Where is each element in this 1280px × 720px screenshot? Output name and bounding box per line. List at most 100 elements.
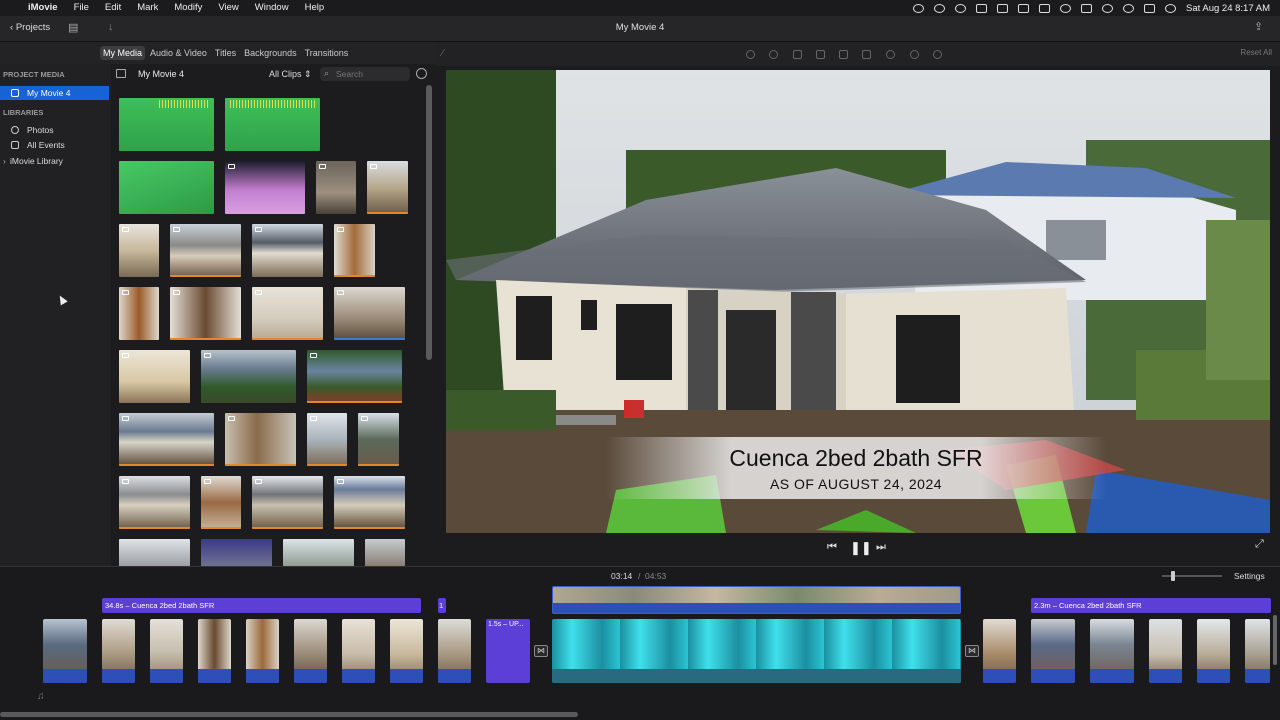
search-field[interactable]: ⌕ Search <box>320 67 410 81</box>
timeline-clip[interactable] <box>1031 619 1075 683</box>
cyan-video-clip[interactable] <box>552 619 961 683</box>
timeline-settings-button[interactable]: Settings <box>1234 571 1265 581</box>
menu-modify[interactable]: Modify <box>166 0 210 16</box>
transition-icon[interactable]: ⋈ <box>965 645 979 657</box>
timeline-clip[interactable] <box>198 619 231 683</box>
audio-clip-thumbnail[interactable] <box>119 98 214 151</box>
tab-titles[interactable]: Titles <box>212 46 239 60</box>
photo-thumbnail[interactable] <box>316 161 356 214</box>
stabilization-icon[interactable] <box>816 50 825 59</box>
sidebar-item-my-movie-4[interactable]: My Movie 4 <box>0 86 109 100</box>
photo-thumbnail[interactable] <box>201 476 241 529</box>
timeline-clip[interactable] <box>983 619 1016 683</box>
crop-icon[interactable] <box>793 50 802 59</box>
wifi-icon[interactable] <box>1102 3 1114 13</box>
timeline-clip[interactable] <box>390 619 423 683</box>
menu-mark[interactable]: Mark <box>129 0 166 16</box>
color-balance-icon[interactable] <box>746 50 755 59</box>
color-correction-icon[interactable] <box>769 50 778 59</box>
timeline-clip[interactable] <box>43 619 87 683</box>
pause-icon[interactable]: ❚❚ <box>850 540 872 556</box>
photo-thumbnail[interactable] <box>307 350 402 403</box>
zoom-slider-handle[interactable] <box>1171 571 1175 581</box>
photo-thumbnail[interactable] <box>119 476 190 529</box>
timeline-clip[interactable] <box>1149 619 1182 683</box>
sidebar-item-photos[interactable]: Photos <box>0 123 109 137</box>
title-clip[interactable]: 1 <box>438 598 446 613</box>
title-clip[interactable]: 34.8s – Cuenca 2bed 2bath SFR <box>102 598 421 613</box>
menu-help[interactable]: Help <box>297 0 333 16</box>
photo-thumbnail[interactable] <box>283 539 354 566</box>
timeline-clip[interactable] <box>102 619 135 683</box>
search-icon[interactable] <box>1123 3 1135 13</box>
magic-wand-icon[interactable]: ⁄ <box>442 48 444 59</box>
photo-thumbnail[interactable] <box>119 350 190 403</box>
photo-thumbnail[interactable] <box>252 287 323 340</box>
overlay-video-clip[interactable] <box>552 586 961 614</box>
audio-clip-thumbnail[interactable] <box>225 98 320 151</box>
skip-back-icon[interactable]: ⏮ <box>827 541 837 554</box>
timeline-vertical-scrollbar[interactable] <box>1273 615 1277 665</box>
photo-thumbnail[interactable] <box>307 413 347 466</box>
user-icon[interactable] <box>1060 3 1072 13</box>
screen-mirror-icon[interactable] <box>1018 3 1030 13</box>
siri-icon[interactable] <box>1165 3 1177 13</box>
timeline-clip[interactable] <box>294 619 327 683</box>
menu-view[interactable]: View <box>210 0 246 16</box>
bluetooth-icon[interactable] <box>997 3 1009 13</box>
timeline-clip[interactable] <box>1197 619 1230 683</box>
tab-transitions[interactable]: Transitions <box>302 46 352 60</box>
video-thumbnail[interactable] <box>119 413 214 466</box>
photo-thumbnail[interactable] <box>225 413 296 466</box>
control-center-icon[interactable] <box>1144 3 1156 13</box>
moon-icon[interactable] <box>934 3 946 13</box>
timeline-clip[interactable] <box>150 619 183 683</box>
tab-backgrounds[interactable]: Backgrounds <box>241 46 300 60</box>
sidebar-toggle-icon[interactable] <box>116 69 126 78</box>
settings-gear-icon[interactable] <box>416 68 427 79</box>
menu-edit[interactable]: Edit <box>97 0 129 16</box>
video-preview[interactable]: Cuenca 2bed 2bath SFR AS OF AUGUST 24, 2… <box>446 70 1270 533</box>
photo-thumbnail[interactable] <box>252 224 323 277</box>
title-background-clip[interactable]: 1.5s – UP... <box>486 619 530 683</box>
menu-window[interactable]: Window <box>247 0 297 16</box>
menu-file[interactable]: File <box>66 0 97 16</box>
photo-thumbnail[interactable] <box>365 539 405 566</box>
info-icon[interactable] <box>933 50 942 59</box>
clips-filter-select[interactable]: All Clips ⇕ <box>269 69 312 80</box>
skip-forward-icon[interactable]: ⏭ <box>876 541 886 554</box>
speed-icon[interactable] <box>886 50 895 59</box>
photo-thumbnail[interactable] <box>119 539 190 566</box>
time-machine-icon[interactable] <box>955 3 967 13</box>
audio-clip-thumbnail[interactable] <box>119 161 214 214</box>
equalizer-icon[interactable] <box>862 50 871 59</box>
battery-icon[interactable] <box>1039 3 1051 13</box>
clock[interactable]: Sat Aug 24 8:17 AM <box>1186 3 1270 14</box>
title-clip[interactable]: 2.3m – Cuenca 2bed 2bath SFR <box>1031 598 1271 613</box>
photo-thumbnail[interactable] <box>367 161 408 214</box>
browser-scrollbar[interactable] <box>426 85 432 360</box>
transition-icon[interactable]: ⋈ <box>534 645 548 657</box>
sidebar-item-all-events[interactable]: All Events <box>0 138 109 152</box>
photo-thumbnail[interactable] <box>119 224 159 277</box>
display-icon[interactable] <box>1081 3 1093 13</box>
timeline-clip[interactable] <box>246 619 279 683</box>
tab-audio-video[interactable]: Audio & Video <box>147 46 210 60</box>
reset-all-button[interactable]: Reset All <box>1240 48 1272 57</box>
timeline-clip[interactable] <box>1090 619 1134 683</box>
filter-icon[interactable] <box>910 50 919 59</box>
photo-thumbnail[interactable] <box>334 224 375 277</box>
photo-thumbnail[interactable] <box>252 476 323 529</box>
timeline-clip[interactable] <box>342 619 375 683</box>
volume-icon[interactable] <box>839 50 848 59</box>
volume-icon[interactable] <box>976 3 988 13</box>
record-icon[interactable] <box>913 3 925 13</box>
sidebar-item-imovie-library[interactable]: › iMovie Library <box>0 154 109 168</box>
tab-my-media[interactable]: My Media <box>100 46 146 60</box>
photo-thumbnail[interactable] <box>201 539 272 566</box>
photo-thumbnail[interactable] <box>201 350 296 403</box>
photo-thumbnail[interactable] <box>170 287 241 340</box>
video-thumbnail[interactable] <box>170 224 241 277</box>
photo-thumbnail[interactable] <box>225 161 305 214</box>
app-menu[interactable]: iMovie <box>20 0 66 16</box>
